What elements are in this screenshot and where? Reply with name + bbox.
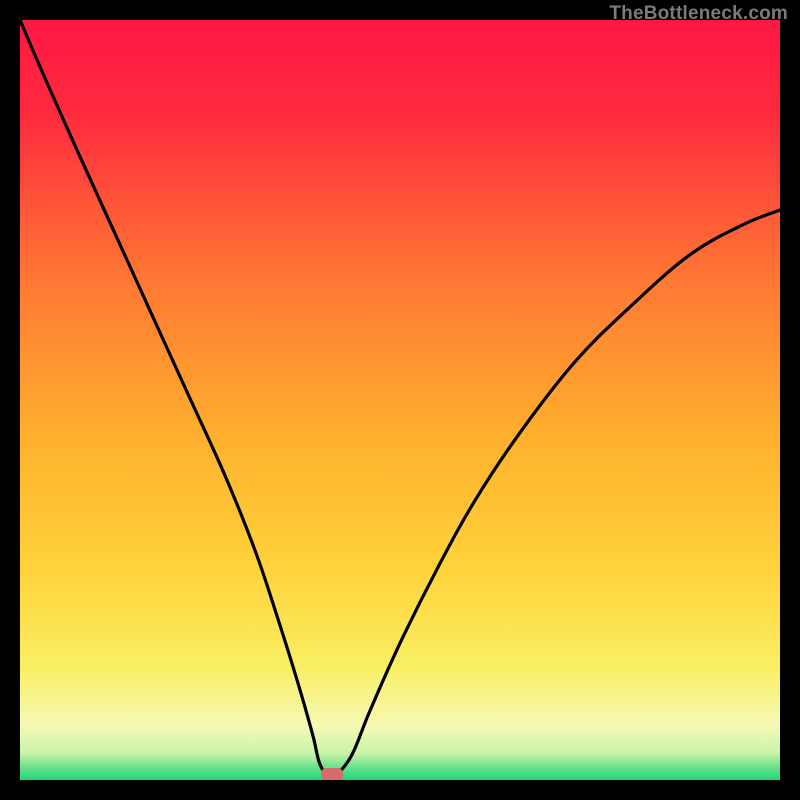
optimum-marker <box>321 768 343 780</box>
chart-frame <box>20 20 780 780</box>
bottleneck-curve <box>20 20 780 780</box>
curve-line-path <box>20 20 780 776</box>
watermark-text: TheBottleneck.com <box>609 3 788 25</box>
